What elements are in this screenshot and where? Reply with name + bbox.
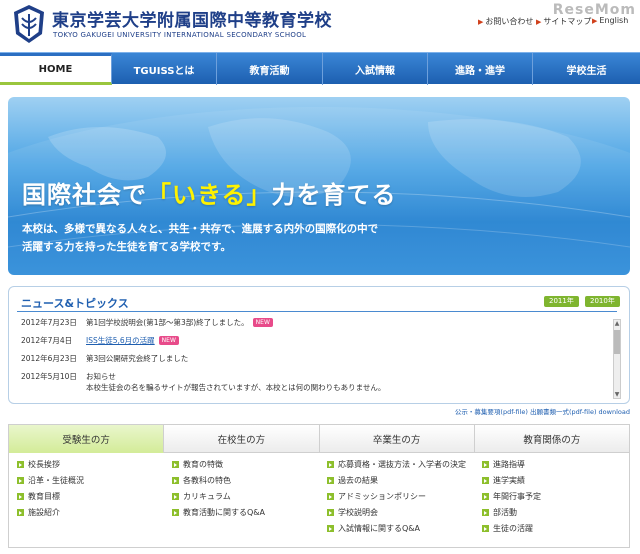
scroll-down-icon[interactable]: ▼ bbox=[614, 391, 620, 398]
link-facilities[interactable]: 施設紹介 bbox=[17, 505, 164, 521]
news-item[interactable]: 2012年7月4日 ISS生徒5,6月の活躍 NEW bbox=[21, 335, 611, 353]
link-college-results[interactable]: 進学実績 bbox=[482, 473, 629, 489]
main-nav: HOME TGUISSとは 教育活動 入試情報 進路・進学 学校生活 bbox=[0, 52, 640, 85]
nav-about[interactable]: TGUISSとは bbox=[112, 53, 217, 85]
bullet-arrow-icon bbox=[327, 477, 334, 484]
nav-school-life[interactable]: 学校生活 bbox=[533, 53, 640, 85]
audience-panel: 受験生の方 在校生の方 卒業生の方 教育関係の方 校長挨拶 沿革・生徒概況 教育… bbox=[8, 424, 630, 548]
tab-educators[interactable]: 教育関係の方 bbox=[474, 425, 629, 453]
bullet-arrow-icon bbox=[17, 509, 24, 516]
bullet-arrow-icon bbox=[482, 493, 489, 500]
link-education-qa[interactable]: 教育活動に関するQ&A bbox=[172, 505, 319, 521]
arrow-icon: ▶ bbox=[478, 18, 484, 26]
news-item[interactable]: 2012年6月23日 第3回公開研究会終了しました bbox=[21, 353, 611, 371]
bullet-arrow-icon bbox=[482, 509, 489, 516]
bullet-arrow-icon bbox=[172, 493, 179, 500]
link-student-achievements[interactable]: 生徒の活躍 bbox=[482, 521, 629, 537]
link-annual-events[interactable]: 年間行事予定 bbox=[482, 489, 629, 505]
news-item[interactable]: 2012年5月10日 お知らせ 本校生徒会の名を騙るサイトが報告されていますが、本… bbox=[21, 371, 611, 397]
bullet-arrow-icon bbox=[17, 493, 24, 500]
link-past-results[interactable]: 過去の結果 bbox=[327, 473, 474, 489]
scrollbar-thumb[interactable] bbox=[614, 330, 620, 354]
news-scrollbar[interactable]: ▲ ▼ bbox=[613, 319, 621, 399]
download-links[interactable]: 公示・募集要項(pdf-file) 出願書類一式(pdf-file) downl… bbox=[455, 406, 630, 416]
link-goals[interactable]: 教育目標 bbox=[17, 489, 164, 505]
arrow-icon: ▶ bbox=[592, 17, 598, 25]
arrow-icon: ▶ bbox=[536, 18, 542, 26]
bullet-arrow-icon bbox=[172, 461, 179, 468]
news-link[interactable]: ISS生徒5,6月の活躍 bbox=[86, 336, 155, 345]
bullet-arrow-icon bbox=[482, 477, 489, 484]
link-subject-features[interactable]: 各教科の特色 bbox=[172, 473, 319, 489]
link-clubs[interactable]: 部活動 bbox=[482, 505, 629, 521]
link-eligibility[interactable]: 応募資格・選抜方法・入学者の決定 bbox=[327, 457, 474, 473]
news-topics-panel: ニュース&トピックス 2011年 2010年 2012年7月23日 第1回学校説… bbox=[8, 286, 630, 404]
tab-applicants[interactable]: 受験生の方 bbox=[9, 425, 165, 453]
link-career-guidance[interactable]: 進路指導 bbox=[482, 457, 629, 473]
school-emblem-icon[interactable] bbox=[12, 4, 46, 44]
year-tab-2011[interactable]: 2011年 bbox=[544, 296, 579, 307]
link-info-session[interactable]: 学校説明会 bbox=[327, 505, 474, 521]
link-admission-policy[interactable]: アドミッションポリシー bbox=[327, 489, 474, 505]
links-column-4: 進路指導 進学実績 年間行事予定 部活動 生徒の活躍 bbox=[474, 457, 629, 537]
hero-banner: 国際社会で「いきる」力を育てる 本校は、多様で異なる人々と、共生・共存で、進展す… bbox=[8, 97, 630, 275]
site-header: 東京学芸大学附属国際中等教育学校 TOKYO GAKUGEI UNIVERSIT… bbox=[0, 0, 640, 50]
nav-career[interactable]: 進路・進学 bbox=[428, 53, 533, 85]
audience-tabs: 受験生の方 在校生の方 卒業生の方 教育関係の方 bbox=[9, 425, 629, 453]
tab-current-students[interactable]: 在校生の方 bbox=[164, 425, 320, 453]
nav-home[interactable]: HOME bbox=[0, 53, 112, 85]
bullet-arrow-icon bbox=[327, 493, 334, 500]
bullet-arrow-icon bbox=[172, 477, 179, 484]
hero-slogan: 国際社会で「いきる」力を育てる bbox=[22, 181, 397, 209]
util-link-contact[interactable]: ▶ お問い合わせ bbox=[478, 16, 533, 27]
link-admission-qa[interactable]: 入試情報に関するQ&A bbox=[327, 521, 474, 537]
link-principal-greeting[interactable]: 校長挨拶 bbox=[17, 457, 164, 473]
bullet-arrow-icon bbox=[17, 477, 24, 484]
link-curriculum[interactable]: カリキュラム bbox=[172, 489, 319, 505]
bullet-arrow-icon bbox=[327, 509, 334, 516]
bullet-arrow-icon bbox=[482, 525, 489, 532]
link-education-features[interactable]: 教育の特徴 bbox=[172, 457, 319, 473]
scroll-up-icon[interactable]: ▲ bbox=[614, 320, 620, 327]
news-divider bbox=[17, 311, 617, 312]
school-title-en: TOKYO GAKUGEI UNIVERSITY INTERNATIONAL S… bbox=[53, 31, 307, 39]
bullet-arrow-icon bbox=[482, 461, 489, 468]
nav-admissions[interactable]: 入試情報 bbox=[323, 53, 428, 85]
news-title: ニュース&トピックス bbox=[21, 297, 129, 310]
nav-education[interactable]: 教育活動 bbox=[217, 53, 323, 85]
links-column-2: 教育の特徴 各教科の特色 カリキュラム 教育活動に関するQ&A bbox=[164, 457, 319, 537]
hero-description: 本校は、多様で異なる人々と、共生・共存で、進展する内外の国際化の中で活躍する力を… bbox=[22, 223, 379, 253]
links-column-3: 応募資格・選抜方法・入学者の決定 過去の結果 アドミッションポリシー 学校説明会… bbox=[319, 457, 474, 537]
new-badge: NEW bbox=[252, 318, 273, 327]
tab-graduates[interactable]: 卒業生の方 bbox=[319, 425, 475, 453]
bullet-arrow-icon bbox=[327, 461, 334, 468]
bullet-arrow-icon bbox=[17, 461, 24, 468]
bullet-arrow-icon bbox=[327, 525, 334, 532]
resemom-watermark: ReseMom bbox=[552, 2, 636, 18]
news-list: 2012年7月23日 第1回学校説明会(第1部〜第3部)終了しました。 NEW 2… bbox=[21, 317, 611, 399]
school-title-ja[interactable]: 東京学芸大学附属国際中等教育学校 bbox=[52, 6, 332, 31]
audience-link-columns: 校長挨拶 沿革・生徒概況 教育目標 施設紹介 教育の特徴 各教科の特色 カリキュ… bbox=[9, 457, 629, 537]
bullet-arrow-icon bbox=[172, 509, 179, 516]
year-tab-2010[interactable]: 2010年 bbox=[585, 296, 620, 307]
link-history[interactable]: 沿革・生徒概況 bbox=[17, 473, 164, 489]
new-badge: NEW bbox=[158, 336, 179, 345]
news-item[interactable]: 2012年7月23日 第1回学校説明会(第1部〜第3部)終了しました。 NEW bbox=[21, 317, 611, 335]
links-column-1: 校長挨拶 沿革・生徒概況 教育目標 施設紹介 bbox=[9, 457, 164, 537]
